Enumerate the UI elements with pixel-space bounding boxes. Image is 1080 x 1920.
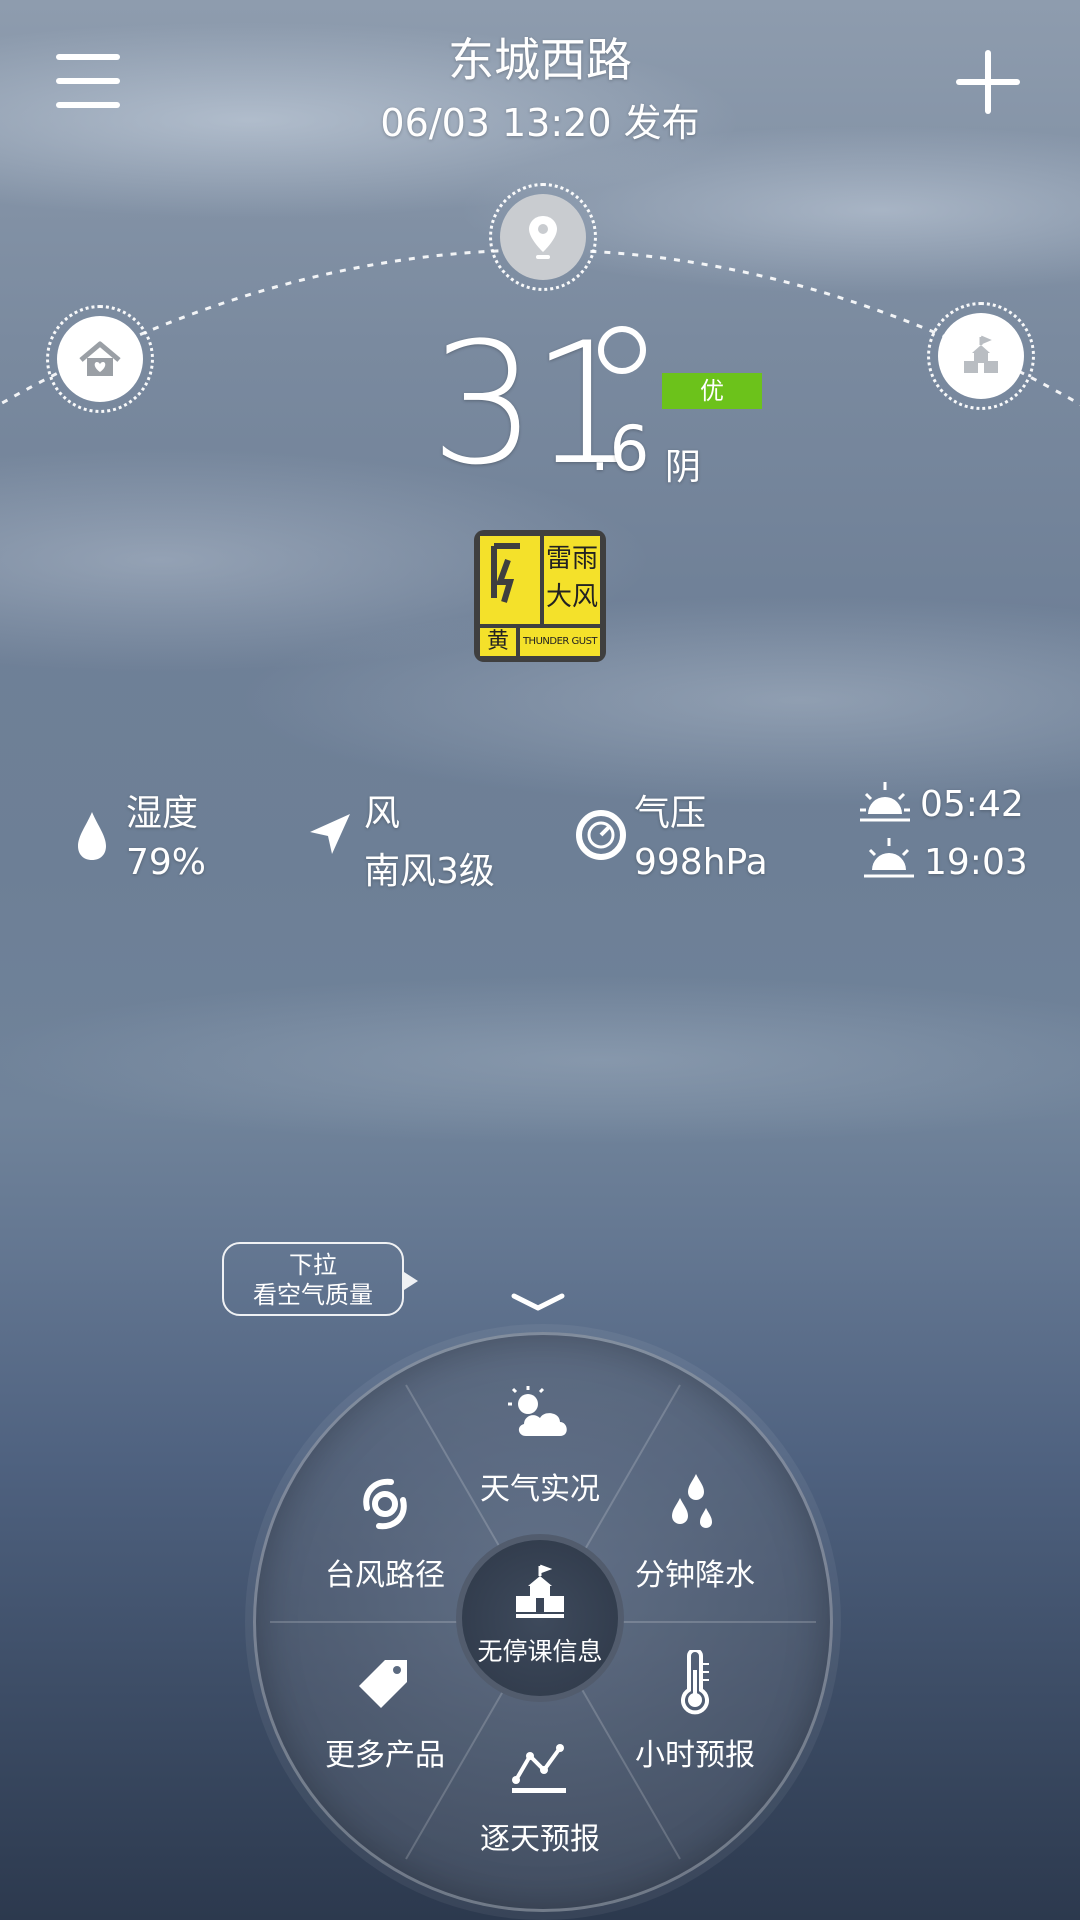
menu-item-label: 小时预报 <box>635 1738 755 1773</box>
wind-direction-icon <box>310 814 350 854</box>
wind-value: 南风3级 <box>364 851 495 892</box>
hint-line2: 看空气质量 <box>253 1281 373 1309</box>
center-label: 无停课信息 <box>477 1637 603 1666</box>
humidity-label: 湿度 <box>126 793 199 834</box>
menu-item-daily-forecast[interactable]: 逐天预报 <box>450 1740 630 1860</box>
warning-level: 黄 <box>486 629 509 654</box>
menu-item-label: 天气实况 <box>480 1472 600 1507</box>
school-location-button[interactable] <box>927 302 1035 410</box>
menu-item-minute-precip[interactable]: 分钟降水 <box>605 1468 785 1593</box>
thunder-gust-warning-icon[interactable]: 雷雨 大风 黄 THUNDER GUST <box>474 530 606 662</box>
weather-condition: 阴 <box>665 447 702 488</box>
pressure-gauge-icon <box>576 810 626 860</box>
sunrise-time: 05:42 <box>920 784 1024 825</box>
location-pin-icon <box>529 216 557 259</box>
menu-item-weather-live[interactable]: 天气实况 <box>450 1382 630 1507</box>
pressure-value: 998hPa <box>634 842 768 883</box>
hint-line1: 下拉 <box>289 1251 337 1279</box>
menu-item-typhoon-path[interactable]: 台风路径 <box>295 1474 475 1594</box>
temperature-decimal: .6 <box>590 412 650 485</box>
tag-icon <box>359 1660 407 1708</box>
humidity-value: 79% <box>126 842 207 883</box>
menu-item-label: 分钟降水 <box>635 1558 755 1593</box>
degree-symbol <box>598 326 646 374</box>
home-location-button[interactable] <box>46 305 154 413</box>
warning-english: THUNDER GUST <box>522 636 598 647</box>
warning-title-line2: 大风 <box>545 582 598 612</box>
menu-item-hourly-forecast[interactable]: 小时预报 <box>605 1650 785 1773</box>
lightning-icon <box>491 543 520 603</box>
warning-title-line1: 雷雨 <box>545 544 598 574</box>
pull-down-hint: 下拉 看空气质量 <box>222 1242 418 1316</box>
school-icon <box>964 335 998 373</box>
menu-item-label: 逐天预报 <box>480 1822 600 1857</box>
pressure-label: 气压 <box>634 793 707 834</box>
trend-chart-icon <box>512 1744 566 1793</box>
current-location-button[interactable] <box>489 183 597 291</box>
chevron-down-icon[interactable] <box>510 1290 566 1314</box>
sunset-icon <box>864 838 914 878</box>
menu-item-more-products[interactable]: 更多产品 <box>295 1652 475 1773</box>
menu-item-label: 台风路径 <box>325 1558 445 1593</box>
home-icon <box>79 341 121 376</box>
thermometer-icon <box>681 1650 709 1715</box>
sunrise-icon <box>860 782 910 822</box>
aqi-badge[interactable]: 优 <box>662 373 762 409</box>
sunset-time: 19:03 <box>924 842 1028 883</box>
class-suspension-info-button[interactable]: 无停课信息 <box>456 1534 624 1702</box>
partly-cloudy-icon <box>508 1386 567 1436</box>
school-icon <box>516 1564 564 1618</box>
raindrops-icon <box>672 1474 712 1528</box>
typhoon-icon <box>363 1478 407 1530</box>
menu-item-label: 更多产品 <box>325 1738 445 1773</box>
wind-label: 风 <box>364 793 401 834</box>
humidity-drop-icon <box>78 812 106 860</box>
